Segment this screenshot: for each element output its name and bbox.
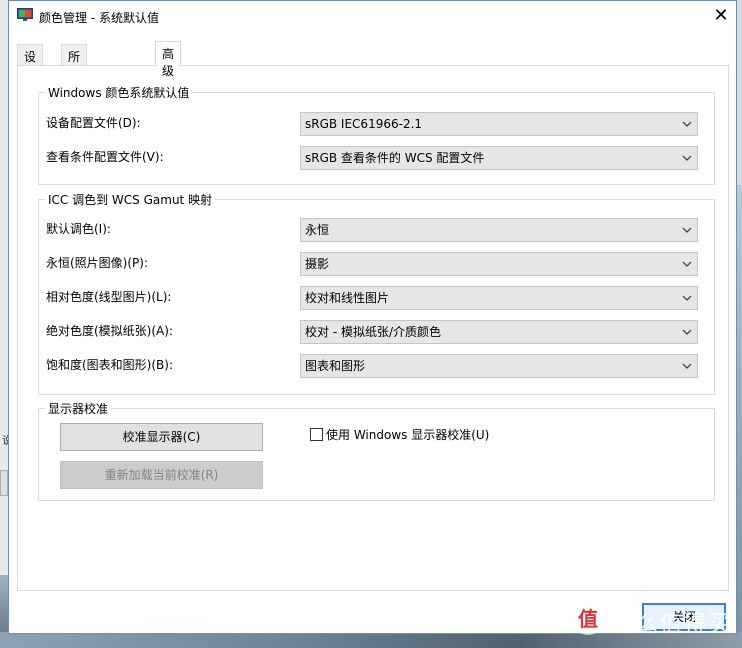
dropdown-value: sRGB 查看条件的 WCS 配置文件	[305, 151, 485, 165]
dropdown-value: 永恒	[305, 223, 330, 237]
chevron-down-icon	[682, 295, 692, 301]
viewing-conditions-label: 查看条件配置文件(V):	[46, 150, 164, 164]
chevron-down-icon	[682, 261, 692, 267]
perceptual-label: 永恒(照片图像)(P):	[46, 256, 149, 270]
tab-advanced[interactable]: 高级	[155, 41, 182, 78]
watermark-logo-icon: 值	[572, 603, 604, 635]
device-profile-dropdown[interactable]: sRGB IEC61966-2.1	[300, 112, 698, 136]
relative-colorimetric-dropdown[interactable]: 校对和线性图片	[300, 286, 698, 310]
close-button[interactable]: ✕	[706, 1, 736, 31]
chevron-down-icon	[682, 121, 692, 127]
tab-devices[interactable]: 设备	[17, 44, 44, 81]
chevron-down-icon	[682, 363, 692, 369]
use-windows-calibration-label: 使用 Windows 显示器校准(U)	[326, 428, 490, 442]
perceptual-dropdown[interactable]: 摄影	[300, 252, 698, 276]
relative-colorimetric-label: 相对色度(线型图片)(L):	[46, 290, 172, 304]
saturation-dropdown[interactable]: 图表和图形	[300, 354, 698, 378]
calibrate-display-button[interactable]: 校准显示器(C)	[60, 423, 263, 451]
dropdown-value: 校对和线性图片	[305, 291, 390, 305]
advanced-tab-panel: Windows 颜色系统默认值 设备配置文件(D): sRGB IEC61966…	[17, 65, 729, 591]
default-rendering-dropdown[interactable]: 永恒	[300, 218, 698, 242]
chevron-down-icon	[682, 155, 692, 161]
group-legend: ICC 调色到 WCS Gamut 映射	[45, 191, 216, 208]
reload-calibration-button[interactable]: 重新加载当前校准(R)	[60, 461, 263, 489]
use-windows-calibration-checkbox[interactable]	[310, 428, 323, 441]
dropdown-value: 校对 - 模拟纸张/介质颜色	[305, 325, 442, 339]
color-management-dialog: 颜色管理 - 系统默认值 ✕ 设备 所有配置文件 高级 Windows 颜色系统…	[8, 0, 737, 634]
background-left-button	[0, 470, 8, 496]
monitor-icon	[17, 8, 33, 21]
chevron-down-icon	[682, 227, 692, 233]
group-legend: Windows 颜色系统默认值	[45, 84, 193, 101]
group-legend: 显示器校准	[45, 400, 112, 417]
tab-all-profiles[interactable]: 所有配置文件	[61, 44, 88, 149]
windows-color-defaults-group: Windows 颜色系统默认值	[38, 84, 715, 185]
dropdown-value: sRGB IEC61966-2.1	[305, 117, 423, 131]
chevron-down-icon	[682, 329, 692, 335]
absolute-colorimetric-dropdown[interactable]: 校对 - 模拟纸张/介质颜色	[300, 320, 698, 344]
device-profile-label: 设备配置文件(D):	[46, 116, 141, 130]
watermark-text: 什么值得买	[612, 612, 733, 637]
absolute-colorimetric-label: 绝对色度(模拟纸张)(A):	[46, 324, 173, 338]
dropdown-value: 摄影	[305, 257, 330, 271]
title-bar[interactable]: 颜色管理 - 系统默认值 ✕	[9, 1, 736, 31]
watermark: 值 什么值得买	[570, 600, 736, 640]
default-rendering-label: 默认调色(I):	[46, 222, 111, 236]
viewing-conditions-dropdown[interactable]: sRGB 查看条件的 WCS 配置文件	[300, 146, 698, 170]
dropdown-value: 图表和图形	[305, 359, 366, 373]
window-title: 颜色管理 - 系统默认值	[39, 11, 159, 25]
saturation-label: 饱和度(图表和图形)(B):	[46, 358, 174, 372]
